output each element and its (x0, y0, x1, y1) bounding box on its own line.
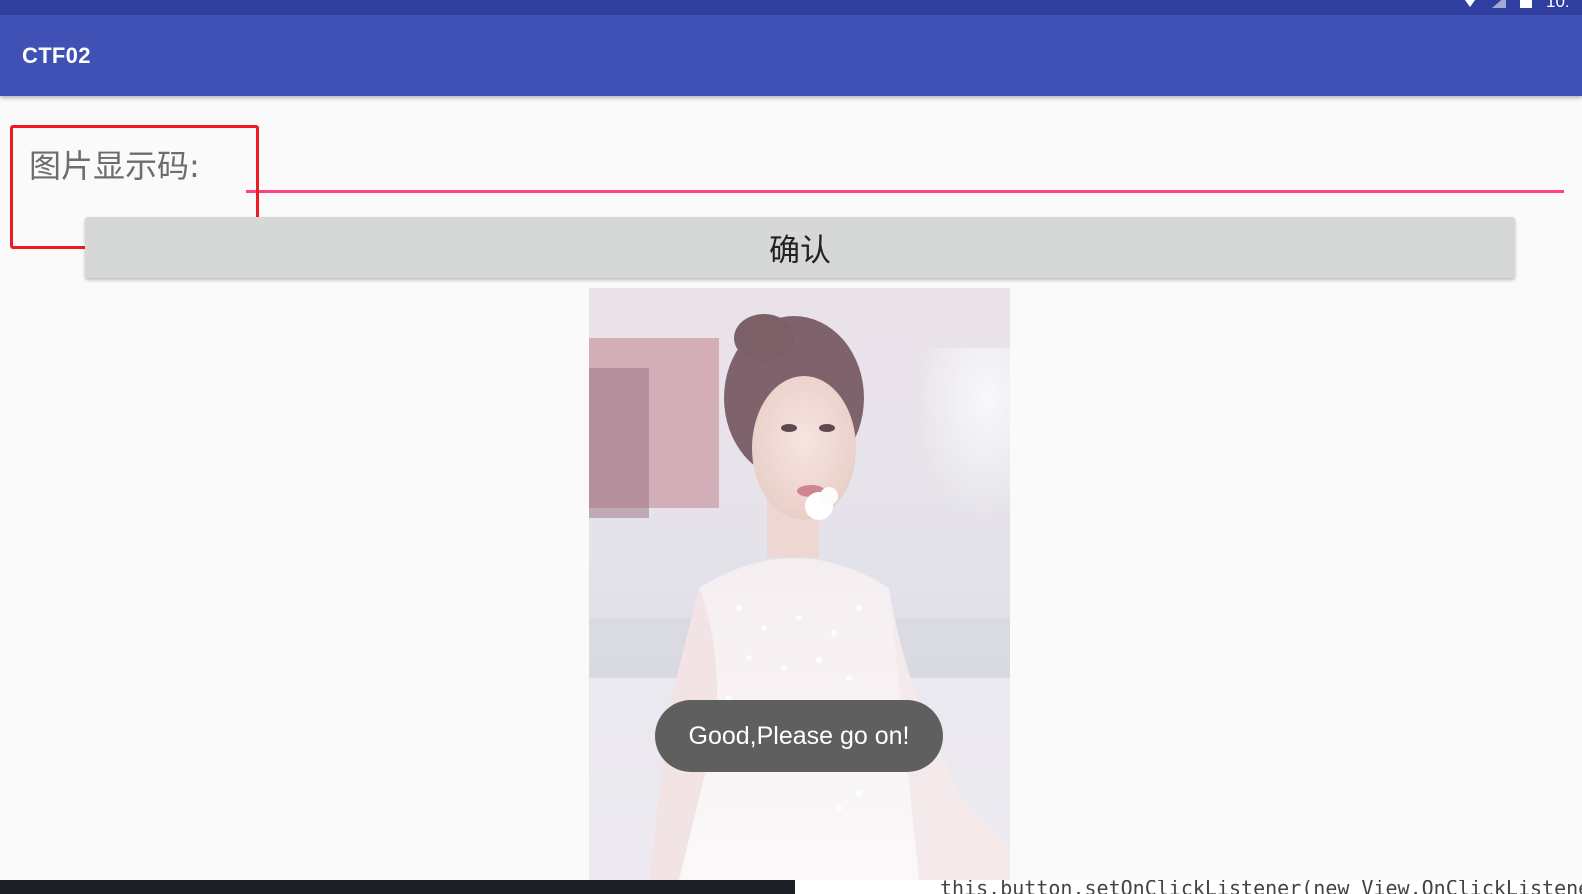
background-window-dark (0, 880, 795, 894)
toast-message: Good,Please go on! (655, 700, 943, 772)
signal-icon (1492, 0, 1506, 8)
status-bar: 10: (0, 0, 1582, 15)
status-icons: 10: (1422, 0, 1582, 9)
code-snippet: this.button.setOnClickListener(new View.… (940, 880, 1582, 894)
portrait-photo-graphic (589, 288, 1010, 880)
portrait-photo (589, 288, 1010, 880)
app-bar: CTF02 (0, 15, 1582, 96)
status-clock: 10: (1546, 0, 1582, 9)
battery-icon (1520, 0, 1532, 8)
background-window-code: this.button.setOnClickListener(new View.… (795, 880, 1582, 894)
image-code-label: 图片显示码: (29, 147, 200, 185)
app-title: CTF02 (22, 43, 91, 68)
image-code-input[interactable] (246, 150, 1564, 193)
app-screen: 10: CTF02 图片显示码: 确认 (0, 0, 1582, 894)
wifi-icon (1462, 0, 1478, 7)
confirm-button[interactable]: 确认 (85, 217, 1515, 278)
